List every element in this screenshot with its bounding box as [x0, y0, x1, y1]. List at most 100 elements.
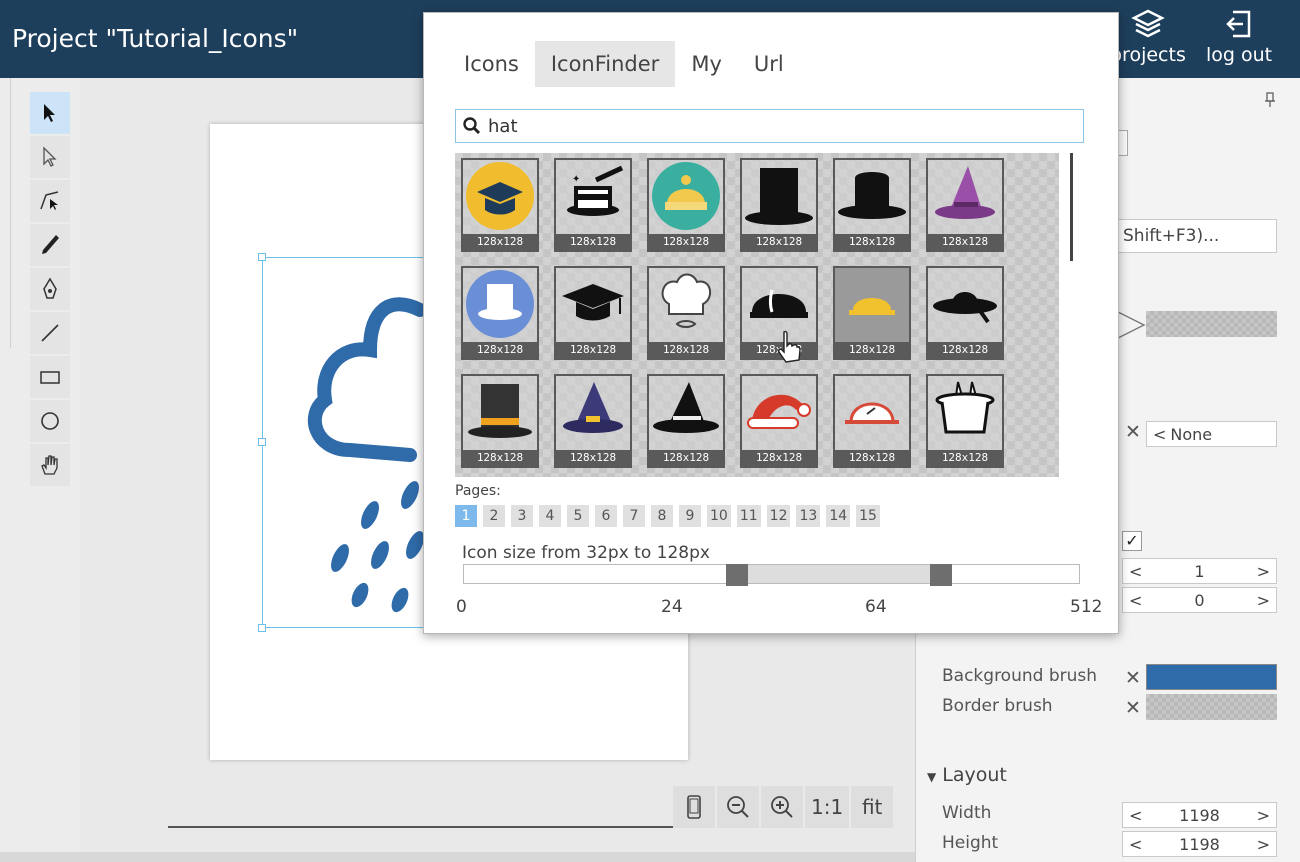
- page-link[interactable]: 11: [736, 505, 761, 527]
- tab-my[interactable]: My: [675, 41, 738, 87]
- device-preview-button[interactable]: [673, 786, 715, 828]
- grid-scrollbar[interactable]: [1070, 153, 1073, 261]
- icon-tile[interactable]: 128x128: [647, 158, 725, 252]
- icon-size-caption: 128x128: [463, 342, 537, 358]
- none-selector[interactable]: < None: [1146, 421, 1277, 447]
- slider-min-handle[interactable]: [726, 564, 748, 586]
- page-link[interactable]: 9: [679, 505, 701, 527]
- icon-search-field[interactable]: hat: [455, 109, 1084, 143]
- chevron-left-icon[interactable]: <: [1129, 562, 1142, 581]
- shortcut-field[interactable]: Shift+F3)...: [1118, 219, 1277, 253]
- pen-tool[interactable]: [30, 268, 70, 310]
- horizontal-scrollbar[interactable]: [168, 826, 673, 828]
- icon-tile[interactable]: 128x128: [833, 158, 911, 252]
- icon-tile[interactable]: 128x128: [647, 374, 725, 468]
- clear-background-icon[interactable]: ✕: [1125, 667, 1141, 689]
- direct-select-tool[interactable]: [30, 136, 70, 178]
- icon-tile[interactable]: 128x128: [740, 158, 818, 252]
- icon-tile[interactable]: 128x128: [647, 266, 725, 360]
- node-edit-icon: [40, 191, 59, 210]
- page-link[interactable]: 2: [483, 505, 505, 527]
- ellipse-tool[interactable]: [30, 400, 70, 442]
- page-link[interactable]: 3: [511, 505, 533, 527]
- page-link[interactable]: 14: [826, 505, 851, 527]
- zoom-in-button[interactable]: [761, 786, 803, 828]
- pencil-tool[interactable]: [30, 224, 70, 266]
- border-brush-swatch[interactable]: [1146, 694, 1277, 720]
- icon-tile[interactable]: 128x128: [926, 374, 1004, 468]
- page-link[interactable]: 15: [856, 505, 880, 527]
- hand-icon: [41, 455, 58, 475]
- zoom-out-button[interactable]: [717, 786, 759, 828]
- icon-picker-popup: Icons IconFinder My Url hat 128x128 ✦ 128x…: [423, 12, 1119, 634]
- icon-size-range-slider[interactable]: [463, 564, 1080, 586]
- icon-tile[interactable]: 128x128: [833, 266, 911, 360]
- icon-size-caption: 128x128: [835, 342, 909, 358]
- slider-tick: 24: [661, 597, 683, 617]
- icon-tile[interactable]: 128x128: [461, 374, 539, 468]
- chevron-left-icon[interactable]: <: [1129, 806, 1142, 825]
- icon-tile[interactable]: 128x128: [554, 374, 632, 468]
- checkbox-checked[interactable]: ✓: [1122, 531, 1142, 551]
- page-link[interactable]: 8: [651, 505, 673, 527]
- arrow-pointer-icon: [1118, 311, 1146, 339]
- zoom-actual-size-button[interactable]: 1:1: [805, 786, 850, 828]
- line-tool[interactable]: [30, 312, 70, 354]
- image-brush-swatch[interactable]: [1146, 311, 1277, 337]
- icon-tile[interactable]: 128x128: [461, 266, 539, 360]
- rectangle-tool[interactable]: [30, 356, 70, 398]
- chevron-left-icon[interactable]: <: [1129, 591, 1142, 610]
- icon-tile[interactable]: 128x128: [926, 266, 1004, 360]
- page-link[interactable]: 6: [595, 505, 617, 527]
- tab-icons[interactable]: Icons: [448, 41, 535, 87]
- layout-label: Layout: [942, 764, 1007, 786]
- layout-section-header[interactable]: ▼ Layout: [927, 764, 1007, 786]
- hand-tool[interactable]: [30, 444, 70, 486]
- icon-tile[interactable]: ✦ 128x128: [554, 158, 632, 252]
- bowler-hat-icon: [838, 172, 906, 219]
- page-link[interactable]: 4: [539, 505, 561, 527]
- chevron-right-icon[interactable]: >: [1257, 591, 1270, 610]
- icon-size-label: Icon size from 32px to 128px: [462, 543, 710, 563]
- icon-tile[interactable]: 128x128: [833, 374, 911, 468]
- select-tool[interactable]: [30, 92, 70, 134]
- chevron-right-icon[interactable]: >: [1257, 806, 1270, 825]
- page-link[interactable]: 13: [796, 505, 821, 527]
- width-stepper[interactable]: < 1198 >: [1122, 802, 1277, 828]
- mortarboard-icon: [562, 284, 624, 321]
- icon-size-caption: 128x128: [835, 450, 909, 466]
- pin-icon[interactable]: [1264, 92, 1276, 108]
- height-stepper[interactable]: < 1198 >: [1122, 831, 1277, 857]
- icon-tile[interactable]: 128x128: [554, 266, 632, 360]
- background-brush-swatch[interactable]: [1146, 664, 1277, 690]
- tab-iconfinder[interactable]: IconFinder: [534, 41, 676, 87]
- resize-handle[interactable]: [258, 253, 266, 261]
- clear-border-icon[interactable]: ✕: [1125, 697, 1141, 719]
- chevron-left-icon[interactable]: <: [1129, 835, 1142, 854]
- page-link[interactable]: 5: [567, 505, 589, 527]
- icon-tile[interactable]: 128x128: [740, 374, 818, 468]
- slider-max-handle[interactable]: [930, 564, 952, 586]
- chevron-right-icon[interactable]: >: [1257, 562, 1270, 581]
- projects-button[interactable]: projects: [1110, 8, 1186, 66]
- numeric-stepper-b[interactable]: < 0 >: [1122, 587, 1277, 613]
- slider-tick: 64: [865, 597, 887, 617]
- clear-icon[interactable]: ✕: [1125, 421, 1141, 443]
- slider-selected-range: [737, 565, 942, 583]
- search-input[interactable]: hat: [488, 116, 518, 137]
- icon-size-caption: 128x128: [649, 342, 723, 358]
- path-edit-tool[interactable]: [30, 180, 70, 222]
- logout-button[interactable]: log out: [1206, 8, 1272, 66]
- tab-url[interactable]: Url: [738, 41, 800, 87]
- resize-handle[interactable]: [258, 438, 266, 446]
- page-link[interactable]: 10: [707, 505, 731, 527]
- page-link[interactable]: 1: [455, 505, 477, 527]
- chevron-right-icon[interactable]: >: [1257, 835, 1270, 854]
- numeric-stepper-a[interactable]: < 1 >: [1122, 558, 1277, 584]
- icon-tile[interactable]: 128x128: [461, 158, 539, 252]
- page-link[interactable]: 7: [623, 505, 645, 527]
- icon-tile[interactable]: 128x128: [926, 158, 1004, 252]
- page-link[interactable]: 12: [766, 505, 791, 527]
- zoom-fit-button[interactable]: fit: [851, 786, 894, 828]
- resize-handle[interactable]: [258, 624, 266, 632]
